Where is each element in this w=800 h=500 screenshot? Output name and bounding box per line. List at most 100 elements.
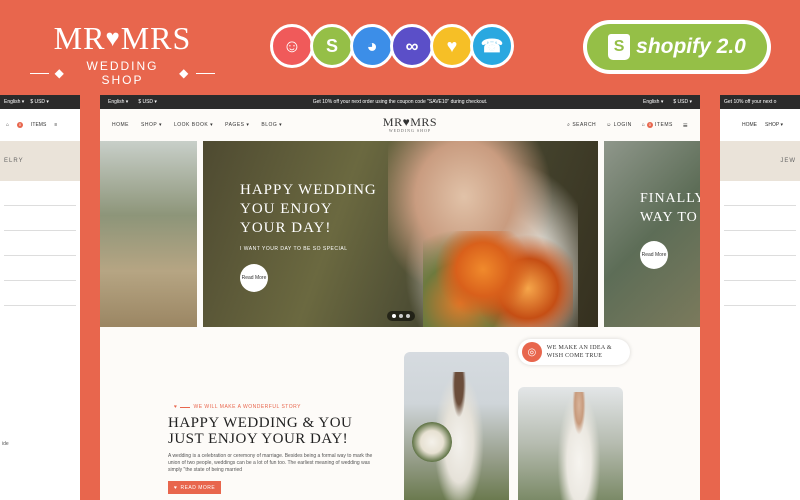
cart-label[interactable]: ITEMS [31,122,46,128]
nav-link-pages[interactable]: PAGES ▾ [225,122,249,128]
currency-select[interactable]: $ USD ▾ [30,99,49,105]
next-slide-title: FINALLY WAY TO [640,189,700,227]
heart-icon: ♥ [174,404,178,410]
about-eyebrow: ♥ WE WILL MAKE A WONDERFUL STORY [174,404,301,410]
preview-right: Get 10% off your next o HOME SHOP ▾ JEW [720,95,800,500]
preview-right-strip: JEW [720,141,800,181]
strip-text: ELRY [4,158,24,164]
shopify-badge-inner: S shopify 2.0 [587,24,767,70]
divider [180,406,191,408]
shopify-badge: S shopify 2.0 [583,20,771,74]
hero-content: HAPPY WEDDING YOU ENJOY YOUR DAY! I WANT… [240,181,380,292]
about-body: A wedding is a celebration or ceremony o… [168,453,373,473]
bouquet-photo [423,231,573,327]
cart-label: ITEMS [655,122,673,128]
about-section: ♥ WE WILL MAKE A WONDERFUL STORY HAPPY W… [100,327,700,500]
slider-dots [387,311,415,321]
brand-logo: MR♥MRS ◆ WEDDING SHOP ◆ [30,22,215,87]
brand-logo-mr: MR [53,20,106,56]
brand-logo-text: MR♥MRS [30,22,215,55]
shopify-bag-icon: S [310,24,354,68]
next-slide-title-text: FINALLY WAY TO [640,191,700,225]
currency-select[interactable]: $ USD ▾ [673,99,692,105]
promo-message: Get 10% off your next order using the co… [312,99,488,105]
brand-logo-mrs: MRS [120,20,192,56]
site-logo-sub: WEDDING SHOP [388,128,432,133]
divider [30,72,49,74]
hero-slider: HAPPY WEDDING YOU ENJOY YOUR DAY! I WANT… [100,141,700,327]
shopify-label: shopify 2.0 [636,35,746,58]
bouquet-figure [412,422,452,462]
about-eyebrow-text: WE WILL MAKE A WONDERFUL STORY [193,404,301,410]
nav-link-blog[interactable]: BLOG ▾ [261,122,282,128]
slide-current: HAPPY WEDDING YOU ENJOY YOUR DAY! I WANT… [203,141,598,327]
rings-icon: ◎ [522,342,542,362]
nav-tools: ⌕ SEARCH ☺ LOGIN ⌂ 0 ITEMS ≡ [488,121,688,130]
preview-left-rows [0,205,80,306]
owl-mascot-icon: ◕ [350,24,394,68]
login-button[interactable]: ☺ LOGIN [606,122,632,128]
eye-heart-icon: ♥ [430,24,474,68]
heart-doves-icon: ♥ [105,26,121,52]
bride-figure [558,392,600,500]
bride-photo-bouquet [404,352,509,500]
cart-button[interactable]: ⌂ 0 ITEMS [642,122,673,128]
slide-previous[interactable] [100,141,197,327]
language-select[interactable]: English ▾ [643,99,663,105]
language-select[interactable]: English ▾ [108,99,128,105]
preview-left-footer-text: ide [2,441,9,447]
preview-left-header: ⌂ 0 ITEMS ≡ [0,109,80,141]
about-read-more-button[interactable]: ♥ READ MORE [168,481,222,494]
nav-link-look-book[interactable]: LOOK BOOK ▾ [174,122,213,128]
slide-next[interactable]: FINALLY WAY TO Read More [604,141,700,327]
heart-icon: ♥ [174,484,178,491]
slider-dot[interactable] [392,314,396,318]
hero-title: HAPPY WEDDING YOU ENJOY YOUR DAY! [240,182,377,236]
idea-badge: ◎ WE MAKE AN IDEA & WISH COME TRUE [518,339,630,365]
preview-left-topbar: English ▾ $ USD ▾ [0,95,80,109]
slider-dot[interactable] [406,314,410,318]
promo-message: Get 10% off your next o [724,99,777,105]
right-selectors: English ▾ $ USD ▾ [632,99,692,105]
left-selectors: English ▾ $ USD ▾ [108,99,168,105]
login-label: LOGIN [613,122,632,128]
language-select[interactable]: English ▾ [4,99,24,105]
main-nav: HOME SHOP ▾ LOOK BOOK ▾ PAGES ▾ BLOG ▾ M… [100,109,700,141]
search-button[interactable]: ⌕ SEARCH [567,122,596,128]
bride-photo-back [518,387,623,500]
currency-select[interactable]: $ USD ▾ [138,99,157,105]
feature-badges: ☺ S ◕ ∞ ♥ ☎ [270,24,514,68]
site-preview: English ▾ $ USD ▾ Get 10% off your next … [100,95,700,500]
hero-read-more-button[interactable]: Read More [240,264,268,292]
site-logo[interactable]: MR♥MRS WEDDING SHOP [332,115,488,133]
cart-icon[interactable]: ⌂ [6,122,9,128]
infinity-knot-icon: ∞ [390,24,434,68]
nav-link-shop[interactable]: SHOP ▾ [141,122,162,128]
brand-tagline: ◆ WEDDING SHOP ◆ [30,59,215,87]
support-agent-icon: ☎ [470,24,514,68]
strip-text: JEW [780,158,796,164]
search-label: SEARCH [572,122,597,128]
nav-links: HOME SHOP ▾ LOOK BOOK ▾ PAGES ▾ BLOG ▾ [112,122,332,128]
site-logo-text: MR♥MRS [382,115,438,129]
next-slide-read-more-button[interactable]: Read More [640,241,668,269]
slider-dot[interactable] [399,314,403,318]
preview-left-strip: ELRY [0,141,80,181]
nav-link-home[interactable]: HOME [742,122,757,128]
shopify-bag-icon: S [608,34,631,60]
preview-right-topbar: Get 10% off your next o [720,95,800,109]
cart-icon: ⌂ [641,122,646,128]
about-read-more-label: READ MORE [180,484,216,491]
preview-left: English ▾ $ USD ▾ ⌂ 0 ITEMS ≡ ELRY ide [0,95,80,500]
hero-subtitle: I WANT YOUR DAY TO BE SO SPECIAL [240,246,348,252]
menu-icon[interactable]: ≡ [683,121,688,130]
search-icon: ⌕ [567,122,571,128]
next-slide-content: FINALLY WAY TO Read More [640,189,700,269]
nav-link-shop[interactable]: SHOP ▾ [765,122,783,128]
cat-mascot-icon: ☺ [270,24,314,68]
idea-text: WE MAKE AN IDEA & WISH COME TRUE [546,345,612,359]
menu-icon[interactable]: ≡ [54,122,57,128]
cart-count-badge: 0 [17,122,24,128]
nav-link-home[interactable]: HOME [112,122,129,128]
cart-count-badge: 0 [647,122,654,128]
